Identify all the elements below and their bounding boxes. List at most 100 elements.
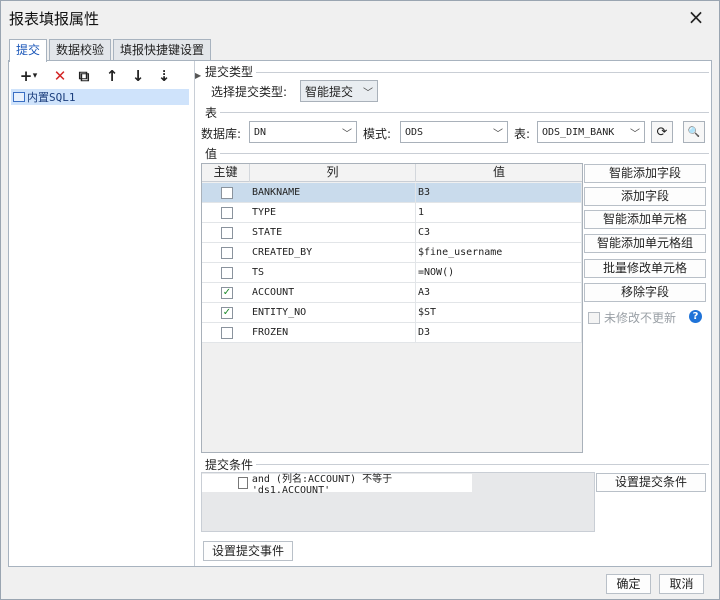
database-select[interactable]: DN ﹀ <box>249 121 357 143</box>
table-row[interactable]: STATE C3 <box>202 223 582 243</box>
column-cell[interactable]: TS <box>250 263 416 283</box>
chevron-down-icon: ﹀ <box>342 128 352 140</box>
refresh-icon[interactable]: ⟳ <box>651 121 673 143</box>
section-submit-condition: 提交条件 <box>205 456 257 473</box>
table-select[interactable]: ODS_DIM_BANK ﹀ <box>537 121 645 143</box>
value-cell[interactable]: C3 <box>416 223 582 243</box>
set-submit-event-button[interactable]: 设置提交事件 <box>203 541 293 561</box>
title-bar: 报表填报属性 × <box>1 1 719 35</box>
cancel-button[interactable]: 取消 <box>659 574 704 594</box>
table-row[interactable]: BANKNAME B3 <box>202 183 582 203</box>
collapse-arrow-icon[interactable]: ▶ <box>195 71 201 80</box>
primary-key-checkbox[interactable] <box>221 327 233 339</box>
table-row[interactable]: ✓ ENTITY_NO $ST <box>202 303 582 323</box>
primary-key-checkbox-checked[interactable]: ✓ <box>221 287 233 299</box>
column-cell[interactable]: TYPE <box>250 203 416 223</box>
submit-type-value: 智能提交 <box>305 84 354 99</box>
value-cell[interactable]: 1 <box>416 203 582 223</box>
header-column: 列 <box>250 164 416 182</box>
schema-label: 模式: <box>363 127 392 141</box>
smart-add-cell-group-button[interactable]: 智能添加单元格组 <box>584 234 706 253</box>
column-cell[interactable]: ENTITY_NO <box>250 303 416 323</box>
divider <box>205 153 709 154</box>
sort-icon[interactable]: ⇣ <box>153 65 175 87</box>
database-label: 数据库: <box>201 127 242 141</box>
checkbox-box <box>588 311 600 324</box>
submit-type-label: 选择提交类型: <box>211 85 288 99</box>
header-value: 值 <box>492 165 505 179</box>
primary-key-checkbox[interactable] <box>221 267 233 279</box>
remove-field-button[interactable]: 移除字段 <box>584 283 706 302</box>
document-icon <box>238 477 248 489</box>
database-value: DN <box>254 126 267 138</box>
tab-bar: 提交 数据校验 填报快捷键设置 <box>9 39 213 62</box>
primary-key-checkbox-checked[interactable]: ✓ <box>221 307 233 319</box>
condition-text: and (列名:ACCOUNT) 不等于 'ds1.ACCOUNT' <box>251 474 393 496</box>
value-cell[interactable]: $ST <box>416 303 582 323</box>
divider <box>205 72 709 73</box>
smart-add-field-button[interactable]: 智能添加字段 <box>584 164 706 183</box>
ok-button[interactable]: 确定 <box>606 574 651 594</box>
submit-type-select[interactable]: 智能提交 ﹀ <box>300 80 378 102</box>
value-cell[interactable]: A3 <box>416 283 582 303</box>
dialog: 报表填报属性 × 提交 数据校验 填报快捷键设置 + ▾ ✕ ⧉ ↑ ↓ ⇣ 内… <box>0 0 720 600</box>
table-row[interactable]: TYPE 1 <box>202 203 582 223</box>
dialog-title: 报表填报属性 <box>9 10 100 28</box>
table-row[interactable]: FROZEN D3 <box>202 323 582 343</box>
set-submit-condition-button[interactable]: 设置提交条件 <box>596 473 706 492</box>
help-icon[interactable]: ? <box>689 310 702 323</box>
table-value: ODS_DIM_BANK <box>542 126 615 138</box>
tab-shortcut-settings[interactable]: 填报快捷键设置 <box>113 39 212 61</box>
batch-modify-cells-button[interactable]: 批量修改单元格 <box>584 259 706 278</box>
tree-item-sql1[interactable]: 内置SQL1 <box>11 89 189 105</box>
primary-key-checkbox[interactable] <box>221 247 233 259</box>
table-row[interactable]: TS =NOW() <box>202 263 582 283</box>
tab-submit[interactable]: 提交 <box>9 39 48 62</box>
value-cell[interactable]: =NOW() <box>416 263 582 283</box>
list-toolbar: + ▾ ✕ ⧉ ↑ ↓ ⇣ <box>9 65 195 87</box>
section-values: 值 <box>205 145 221 162</box>
table-row[interactable]: ✓ ACCOUNT A3 <box>202 283 582 303</box>
divider <box>205 112 709 113</box>
schema-value: ODS <box>405 126 424 138</box>
sql-list-pane: + ▾ ✕ ⧉ ↑ ↓ ⇣ 内置SQL1 <box>9 61 195 566</box>
condition-item[interactable]: and (列名:ACCOUNT) 不等于 'ds1.ACCOUNT' <box>202 474 472 496</box>
value-cell[interactable]: $fine_username <box>416 243 582 263</box>
chevron-down-icon: ﹀ <box>493 128 503 140</box>
primary-key-checkbox[interactable] <box>221 187 233 199</box>
column-cell[interactable]: ACCOUNT <box>250 283 416 303</box>
value-cell[interactable]: B3 <box>416 183 582 203</box>
chevron-down-icon: ﹀ <box>363 87 373 99</box>
column-cell[interactable]: BANKNAME <box>250 183 416 203</box>
column-cell[interactable]: FROZEN <box>250 323 416 343</box>
primary-key-checkbox[interactable] <box>221 207 233 219</box>
primary-key-checkbox[interactable] <box>221 227 233 239</box>
sql-table-icon <box>13 92 25 102</box>
table-header: 主键 列 值 <box>202 164 582 182</box>
add-dropdown-icon[interactable]: ▾ <box>29 65 41 87</box>
copy-icon[interactable]: ⧉ <box>73 65 95 87</box>
search-icon[interactable]: 🔍 <box>683 121 705 143</box>
add-field-button[interactable]: 添加字段 <box>584 187 706 206</box>
chevron-down-icon: ﹀ <box>630 128 640 140</box>
column-cell[interactable]: STATE <box>250 223 416 243</box>
column-cell[interactable]: CREATED_BY <box>250 243 416 263</box>
table-row[interactable]: CREATED_BY $fine_username <box>202 243 582 263</box>
section-table: 表 <box>205 104 221 121</box>
field-table: 主键 列 值 BANKNAME B3 TYPE 1 STATE C3 CREAT… <box>201 163 583 453</box>
section-submit-type: 提交类型 <box>205 63 257 80</box>
tab-data-validation[interactable]: 数据校验 <box>49 39 112 61</box>
move-down-icon[interactable]: ↓ <box>127 65 149 87</box>
schema-select[interactable]: ODS ﹀ <box>400 121 508 143</box>
value-cell[interactable]: D3 <box>416 323 582 343</box>
close-icon[interactable]: × <box>683 5 709 29</box>
smart-add-cell-button[interactable]: 智能添加单元格 <box>584 210 706 229</box>
table-label: 表: <box>514 127 531 141</box>
header-primary-key: 主键 <box>202 164 250 182</box>
no-update-if-unchanged-checkbox: 未修改不更新 <box>588 309 676 326</box>
no-update-label: 未修改不更新 <box>604 311 677 325</box>
tree-item-label: 内置SQL1 <box>27 91 76 104</box>
move-up-icon[interactable]: ↑ <box>101 65 123 87</box>
condition-list: and (列名:ACCOUNT) 不等于 'ds1.ACCOUNT' <box>201 472 595 532</box>
delete-icon[interactable]: ✕ <box>49 65 71 87</box>
